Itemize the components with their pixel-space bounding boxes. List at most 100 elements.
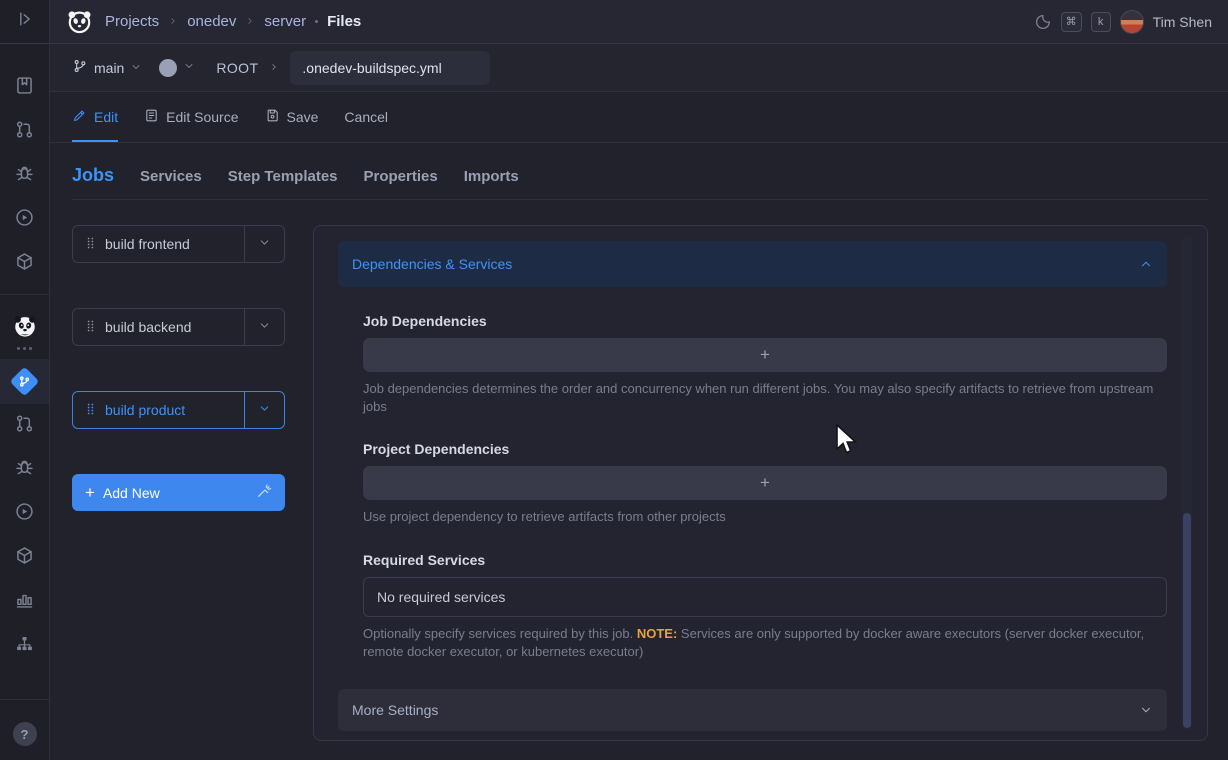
help-text: Optionally specify services required by …	[363, 626, 637, 641]
more-settings-section-header[interactable]: More Settings	[338, 689, 1167, 731]
editor-scrollbar-thumb[interactable]	[1183, 513, 1191, 728]
section-title: Dependencies & Services	[352, 256, 512, 272]
file-name-input[interactable]	[290, 51, 490, 85]
save-button[interactable]: Save	[265, 92, 319, 142]
bar-chart-icon	[14, 589, 35, 615]
file-bar: main ROOT	[50, 44, 1228, 92]
buildspec-tabs: Jobs Services Step Templates Properties …	[72, 165, 1208, 200]
plus-icon: +	[760, 345, 770, 365]
breadcrumb-project-onedev[interactable]: onedev	[187, 13, 236, 30]
user-name[interactable]: Tim Shen	[1153, 14, 1212, 30]
content-area: Jobs Services Step Templates Properties …	[50, 143, 1228, 760]
cmd-key-badge[interactable]: ⌘	[1061, 12, 1082, 32]
add-job-dependency-button[interactable]: +	[363, 338, 1167, 372]
package-icon	[14, 545, 35, 571]
add-project-dependency-button[interactable]: +	[363, 466, 1167, 500]
add-new-label: Add New	[103, 485, 160, 501]
jobs-list: build frontend build backend	[72, 225, 285, 741]
breadcrumb: Projects onedev server Files	[105, 13, 361, 30]
bug-icon	[14, 457, 35, 483]
drag-handle-icon[interactable]	[86, 236, 95, 253]
editor-scrollbar-track[interactable]	[1182, 236, 1192, 730]
chevron-right-icon	[245, 13, 255, 30]
tab-imports[interactable]: Imports	[464, 168, 519, 185]
project-dependencies-help: Use project dependency to retrieve artif…	[363, 508, 1167, 526]
path-root-link[interactable]: ROOT	[216, 60, 258, 76]
sidebar-item-builds[interactable]	[0, 198, 49, 242]
chevron-up-icon	[1139, 257, 1153, 271]
tab-edit-source[interactable]: Edit Source	[144, 92, 238, 142]
dark-mode-toggle[interactable]	[1034, 13, 1052, 31]
book-icon	[14, 75, 35, 101]
breadcrumb-repo-server[interactable]: server	[264, 13, 306, 30]
chevron-right-icon	[269, 59, 279, 77]
job-menu-dropdown[interactable]	[244, 392, 284, 428]
drag-handle-icon[interactable]	[86, 402, 95, 419]
pull-request-icon	[14, 119, 35, 145]
branch-selector[interactable]: main	[72, 58, 142, 77]
code-diamond-icon	[10, 367, 40, 397]
sidebar-item-pull-requests[interactable]	[0, 110, 49, 154]
play-circle-icon	[14, 501, 35, 527]
sidebar-item-project-packages[interactable]	[0, 536, 49, 580]
top-bar: Projects onedev server Files ⌘ k Tim She…	[50, 0, 1228, 44]
k-key-badge[interactable]: k	[1091, 12, 1111, 32]
scope-selector[interactable]	[159, 59, 195, 77]
sidebar-item-branches[interactable]	[0, 624, 49, 668]
user-avatar[interactable]	[1120, 10, 1144, 34]
chevron-down-icon	[258, 402, 271, 418]
sidebar-item-project-issues[interactable]	[0, 448, 49, 492]
job-name: build frontend	[105, 236, 190, 252]
sidebar-item-project-pull-requests[interactable]	[0, 404, 49, 448]
sidebar-project-avatar[interactable]	[0, 303, 49, 359]
cancel-button[interactable]: Cancel	[344, 92, 388, 142]
sidebar-item-packages[interactable]	[0, 242, 49, 286]
tab-edit-label: Edit	[94, 109, 118, 125]
dependencies-services-section-header[interactable]: Dependencies & Services	[338, 241, 1167, 287]
breadcrumb-separator-dot	[315, 20, 318, 23]
chevron-right-icon	[168, 13, 178, 30]
file-source-icon	[144, 108, 159, 126]
tab-step-templates[interactable]: Step Templates	[228, 168, 338, 185]
note-label: NOTE:	[637, 626, 677, 641]
ai-wand-icon[interactable]	[256, 483, 272, 502]
required-services-help: Optionally specify services required by …	[363, 625, 1167, 661]
sidebar-item-project-builds[interactable]	[0, 492, 49, 536]
job-dependencies-help: Job dependencies determines the order an…	[363, 380, 1167, 416]
required-services-label: Required Services	[363, 552, 1167, 568]
save-button-label: Save	[287, 109, 319, 125]
required-services-input[interactable]: No required services	[363, 577, 1167, 617]
sidebar-item-code[interactable]	[0, 66, 49, 110]
onedev-logo[interactable]	[66, 8, 93, 35]
pencil-icon	[72, 108, 87, 126]
chevron-down-icon	[183, 59, 195, 77]
project-more-dots-icon	[17, 347, 32, 350]
sidebar-item-help[interactable]: ?	[0, 708, 49, 760]
breadcrumb-projects[interactable]: Projects	[105, 13, 159, 30]
left-sidebar: ?	[0, 0, 50, 760]
onedev-project-logo	[12, 313, 38, 344]
tab-properties[interactable]: Properties	[364, 168, 438, 185]
chevron-down-icon	[258, 236, 271, 252]
tab-edit[interactable]: Edit	[72, 92, 118, 142]
sidebar-item-files-active[interactable]	[0, 359, 49, 404]
job-item-build-backend[interactable]: build backend	[72, 308, 285, 346]
job-item-build-frontend[interactable]: build frontend	[72, 225, 285, 263]
add-new-job-button[interactable]: + Add New	[72, 474, 285, 511]
job-dependencies-label: Job Dependencies	[363, 313, 1167, 329]
main-area: Projects onedev server Files ⌘ k Tim She…	[50, 0, 1228, 760]
chevron-down-icon	[1139, 703, 1153, 717]
job-name: build backend	[105, 319, 191, 335]
tab-services[interactable]: Services	[140, 168, 202, 185]
sidebar-item-issues[interactable]	[0, 154, 49, 198]
job-item-build-product[interactable]: build product	[72, 391, 285, 429]
package-icon	[14, 251, 35, 277]
job-menu-dropdown[interactable]	[244, 309, 284, 345]
moon-icon	[1034, 13, 1052, 31]
job-menu-dropdown[interactable]	[244, 226, 284, 262]
sidebar-item-stats[interactable]	[0, 580, 49, 624]
drag-handle-icon[interactable]	[86, 319, 95, 336]
sidebar-expand-button[interactable]	[0, 0, 49, 44]
tab-jobs[interactable]: Jobs	[72, 165, 114, 186]
tab-edit-source-label: Edit Source	[166, 109, 238, 125]
